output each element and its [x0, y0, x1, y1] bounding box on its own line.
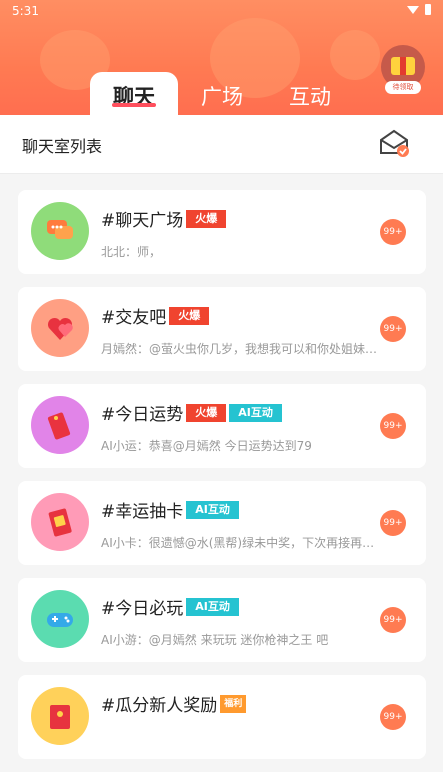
- room-title-row: #今日必玩 AI互动: [101, 594, 239, 619]
- tab-interact-label: 互动: [289, 85, 331, 109]
- last-message: 月嫣然：@萤火虫你几岁，我想我可以和你处姐妹…: [101, 342, 378, 356]
- gamepad-icon: [47, 613, 73, 627]
- unread-badge: 99+: [380, 316, 406, 342]
- ai-tag: AI互动: [186, 597, 239, 616]
- top-header: 5:31 聊天 广场 互动 待领取: [0, 0, 443, 115]
- hot-tag: 火爆: [186, 209, 227, 228]
- unread-badge: 99+: [380, 413, 406, 439]
- tab-square-label: 广场: [201, 85, 243, 109]
- room-title-row: #聊天广场 火爆: [101, 206, 227, 231]
- list-item[interactable]: #聊天广场 火爆 北北：师， 99+: [18, 190, 426, 274]
- battery-icon: [425, 4, 431, 15]
- room-title-row: #瓜分新人奖励 福利: [101, 691, 247, 716]
- list-item[interactable]: #今日必玩 AI互动 AI小游：@月嫣然 来玩玩 迷你枪神之王 吧 99+: [18, 578, 426, 662]
- tab-interact[interactable]: 互动: [266, 72, 354, 115]
- unread-badge: 99+: [380, 219, 406, 245]
- chatroom-list-header: 聊天室列表: [0, 115, 443, 174]
- gift-box-icon: [391, 57, 415, 75]
- room-avatar: [31, 493, 89, 551]
- room-title: #幸运抽卡: [101, 502, 184, 522]
- unread-badge: 99+: [380, 510, 406, 536]
- room-title: #交友吧: [101, 308, 167, 328]
- chat-bubbles-icon: [47, 220, 73, 239]
- room-title: #今日运势: [101, 405, 184, 425]
- last-message: AI小游：@月嫣然 来玩玩 迷你枪神之王 吧: [101, 633, 329, 647]
- hearts-icon: [47, 317, 73, 340]
- room-title: #瓜分新人奖励: [101, 696, 218, 716]
- room-title-row: #今日运势 火爆 AI互动: [101, 400, 282, 425]
- ai-tag: AI互动: [229, 403, 282, 422]
- unread-badge: 99+: [380, 607, 406, 633]
- last-message: AI小运：恭喜@月嫣然 今日运势达到79: [101, 439, 312, 453]
- list-item[interactable]: #瓜分新人奖励 福利 99+: [18, 675, 426, 759]
- last-message: 北北：师，: [101, 245, 162, 259]
- mark-read-envelope-icon[interactable]: [378, 127, 410, 159]
- room-avatar: [31, 396, 89, 454]
- status-icons: [407, 4, 431, 15]
- red-envelope-icon: [50, 705, 70, 729]
- gift-button[interactable]: 待领取: [381, 45, 425, 97]
- hot-tag: 火爆: [186, 403, 227, 422]
- tab-chat[interactable]: 聊天: [90, 72, 178, 115]
- room-title-row: #交友吧 火爆: [101, 303, 210, 328]
- gift-status-label: 待领取: [385, 81, 421, 94]
- list-item[interactable]: #今日运势 火爆 AI互动 AI小运：恭喜@月嫣然 今日运势达到79 99+: [18, 384, 426, 468]
- list-item[interactable]: #幸运抽卡 AI互动 AI小卡：很遗憾@水(黑帮)绿未中奖，下次再接再… 99+: [18, 481, 426, 565]
- chatroom-list: #聊天广场 火爆 北北：师， 99+ #交友吧 火爆 月嫣然：@萤火虫你几岁，我…: [18, 190, 426, 772]
- room-avatar: [31, 590, 89, 648]
- tab-bar: 聊天 广场 互动: [90, 72, 354, 115]
- room-title: #聊天广场: [101, 211, 184, 231]
- lucky-card-icon: [48, 508, 72, 537]
- status-bar: 5:31: [0, 0, 443, 22]
- status-time: 5:31: [12, 4, 39, 18]
- room-title-row: #幸运抽卡 AI互动: [101, 497, 239, 522]
- page-title: 聊天室列表: [22, 137, 103, 156]
- last-message: AI小卡：很遗憾@水(黑帮)绿未中奖，下次再接再…: [101, 536, 375, 550]
- wifi-icon: [407, 5, 419, 14]
- welfare-tag: 福利: [220, 694, 247, 713]
- list-item[interactable]: #交友吧 火爆 月嫣然：@萤火虫你几岁，我想我可以和你处姐妹… 99+: [18, 287, 426, 371]
- room-title: #今日必玩: [101, 599, 184, 619]
- fortune-tag-icon: [47, 412, 71, 440]
- room-avatar: [31, 202, 89, 260]
- room-avatar: [31, 299, 89, 357]
- hot-tag: 火爆: [169, 306, 210, 325]
- ai-tag: AI互动: [186, 500, 239, 519]
- unread-badge: 99+: [380, 704, 406, 730]
- tab-active-indicator: [112, 103, 156, 107]
- room-avatar: [31, 687, 89, 745]
- tab-square[interactable]: 广场: [178, 72, 266, 115]
